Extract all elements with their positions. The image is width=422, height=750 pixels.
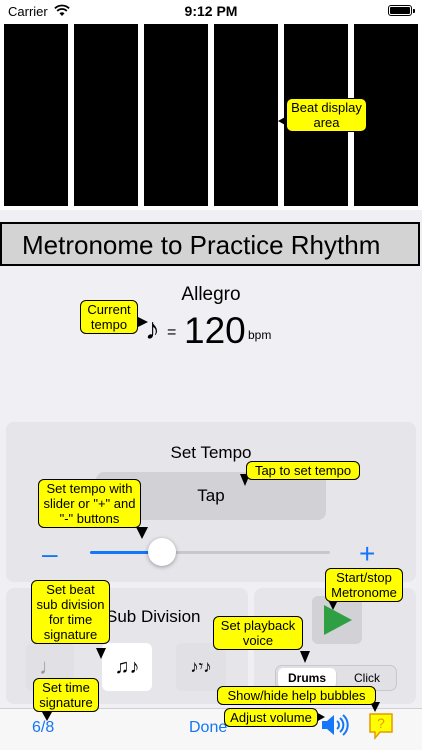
- help-bubble-icon[interactable]: ?: [368, 712, 394, 740]
- beat-bar-2: [74, 24, 138, 206]
- sub-division-label: Sub Division: [106, 607, 201, 626]
- svg-text:?: ?: [377, 715, 385, 731]
- bpm-value: 120: [184, 310, 246, 351]
- note-rest-note-icon: ♪𝄾♪: [190, 657, 212, 676]
- tempo-slider-thumb[interactable]: [148, 538, 176, 566]
- help-bubble-start-stop: Start/stop Metronome: [325, 568, 403, 602]
- time-signature-button[interactable]: 6/8: [32, 719, 54, 737]
- beat-bar-3: [144, 24, 208, 206]
- page-title: Metronome to Practice Rhythm: [22, 230, 381, 260]
- help-bubble-time-signature: Set time signature: [33, 678, 99, 712]
- help-bubble-tap-tempo: Tap to set tempo: [246, 461, 360, 480]
- voice-drums-segment[interactable]: Drums: [278, 668, 336, 688]
- sub-division-rest-button[interactable]: ♪𝄾♪: [176, 643, 226, 691]
- done-button[interactable]: Done: [189, 719, 227, 737]
- set-tempo-label: Set Tempo: [170, 443, 252, 462]
- help-bubble-sub-division: Set beat sub division for time signature: [31, 580, 110, 644]
- quarter-note-icon: ♩: [39, 654, 61, 679]
- bpm-unit: bpm: [248, 328, 272, 342]
- help-bubble-show-hide: Show/hide help bubbles: [217, 686, 376, 705]
- battery-icon: [388, 5, 415, 16]
- status-bar: Carrier 9:12 PM: [0, 0, 422, 22]
- help-bubble-playback-voice: Set playback voice: [213, 616, 303, 650]
- click-label: Click: [354, 671, 380, 685]
- title-banner: Metronome to Practice Rhythm: [0, 222, 420, 266]
- decrease-tempo-button[interactable]: –: [42, 540, 58, 568]
- triplet-notes-icon: ♫♪: [114, 655, 140, 678]
- sub-division-triplet-button[interactable]: ♫♪: [102, 643, 152, 691]
- equals-sign: =: [167, 324, 177, 341]
- voice-click-segment[interactable]: Click: [338, 668, 396, 688]
- tap-label: Tap: [197, 486, 225, 505]
- drums-label: Drums: [287, 671, 326, 685]
- help-bubble-adjust-volume: Adjust volume: [224, 708, 318, 727]
- help-bubble-beat-display: Beat display area: [286, 98, 367, 132]
- beat-bar-4: [214, 24, 278, 206]
- help-bubble-current-tempo: Current tempo: [80, 300, 138, 334]
- help-bubble-slider: Set tempo with slider or "+" and "-" but…: [38, 479, 141, 528]
- increase-tempo-button[interactable]: +: [359, 540, 375, 568]
- clock: 9:12 PM: [184, 3, 238, 19]
- beat-bar-1: [4, 24, 68, 206]
- tempo-name: Allegro: [181, 284, 241, 305]
